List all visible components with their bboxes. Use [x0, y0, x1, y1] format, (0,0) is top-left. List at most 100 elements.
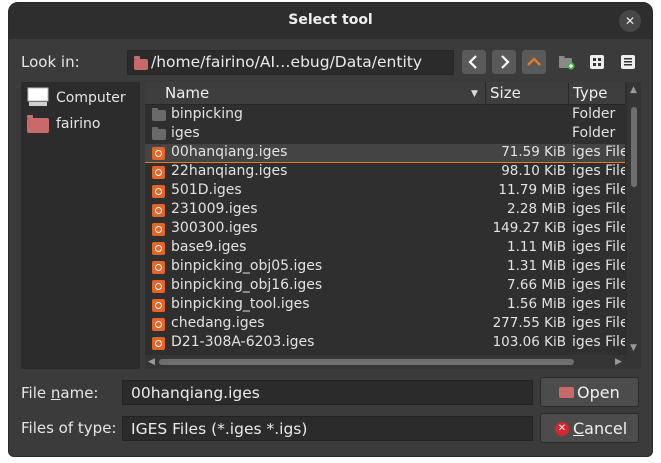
- row-type: iges File: [572, 296, 625, 312]
- row-type: iges File: [572, 144, 625, 160]
- row-type: iges File: [572, 182, 625, 198]
- close-icon[interactable]: ✕: [619, 10, 641, 32]
- file-row[interactable]: 00hanqiang.iges 71.59 KiB iges File: [145, 144, 625, 163]
- look-in-path-combo[interactable]: /home/fairino/AI…ebug/Data/entity: [127, 50, 454, 75]
- row-size: 7.66 MiB: [506, 277, 566, 293]
- row-size: 1.11 MiB: [506, 239, 566, 255]
- row-name: chedang.iges: [171, 315, 265, 331]
- row-type: iges File: [572, 277, 625, 293]
- file-type-select[interactable]: IGES Files (*.iges *.igs): [122, 416, 533, 441]
- row-name: binpicking_obj05.iges: [171, 258, 323, 274]
- file-row[interactable]: 501D.iges 11.79 MiB iges File: [145, 182, 625, 201]
- column-name[interactable]: Name: [165, 84, 209, 102]
- detail-view-button[interactable]: [616, 50, 640, 74]
- open-button[interactable]: Open: [540, 377, 639, 407]
- horizontal-scrollbar[interactable]: ◀ ▶: [145, 355, 627, 369]
- sort-down-icon: ▼: [471, 89, 478, 99]
- file-name-label: File name:: [21, 384, 99, 402]
- list-view-icon: [590, 55, 604, 69]
- file-row[interactable]: binpicking_obj05.iges 1.31 MiB iges File: [145, 258, 625, 277]
- file-list-header: Name ▼ Size Type: [145, 82, 625, 105]
- forward-button[interactable]: [492, 50, 516, 74]
- row-type: iges File: [572, 163, 625, 179]
- row-size: 71.59 KiB: [501, 144, 566, 160]
- iges-file-icon: [152, 242, 165, 255]
- row-name: 300300.iges: [171, 220, 258, 236]
- row-name: D21-308A-6203.iges: [171, 334, 315, 350]
- row-size: 2.28 MiB: [506, 201, 566, 217]
- file-list: Name ▼ Size Type binpicking Folder iges Fol…: [145, 82, 641, 369]
- folder-row[interactable]: binpicking Folder: [145, 106, 625, 125]
- file-row[interactable]: binpicking_obj16.iges 7.66 MiB iges File: [145, 277, 625, 296]
- file-row[interactable]: base9.iges 1.11 MiB iges File: [145, 239, 625, 258]
- scroll-down-icon[interactable]: ▼: [630, 343, 637, 353]
- vertical-scroll-thumb[interactable]: [631, 107, 637, 187]
- up-button[interactable]: [522, 50, 546, 74]
- iges-file-icon: [152, 147, 165, 160]
- row-name: binpicking_tool.iges: [171, 296, 310, 312]
- scroll-up-icon[interactable]: ▲: [630, 85, 637, 95]
- scroll-left-icon[interactable]: ◀: [148, 357, 155, 367]
- new-folder-icon: [559, 56, 575, 70]
- row-type: iges File: [572, 258, 625, 274]
- scroll-right-icon[interactable]: ▶: [615, 357, 622, 367]
- iges-file-icon: [152, 299, 165, 312]
- row-name: iges: [171, 125, 200, 141]
- row-name: 231009.iges: [171, 201, 258, 217]
- cancel-button[interactable]: ✕ Cancel: [540, 413, 639, 443]
- folder-row[interactable]: iges Folder: [145, 125, 625, 144]
- column-size[interactable]: Size: [490, 84, 521, 102]
- row-size: 103.06 KiB: [492, 334, 566, 350]
- file-row[interactable]: chedang.iges 277.55 KiB iges File: [145, 315, 625, 334]
- row-name: 22hanqiang.iges: [171, 163, 288, 179]
- folder-icon: [152, 108, 166, 121]
- iges-file-icon: [152, 185, 165, 198]
- row-size: 1.56 MiB: [506, 296, 566, 312]
- vertical-scrollbar[interactable]: ▲ ▼: [627, 82, 641, 369]
- iges-file-icon: [152, 337, 165, 350]
- new-folder-button[interactable]: [554, 50, 578, 74]
- row-type: Folder: [572, 125, 616, 141]
- row-size: 98.10 KiB: [501, 163, 566, 179]
- dialog-window: Select tool ✕ Look in: /home/fairino/AI……: [8, 2, 653, 457]
- sidebar-item-label: Computer: [56, 90, 126, 106]
- row-name: base9.iges: [171, 239, 247, 255]
- back-button[interactable]: [462, 50, 486, 74]
- row-name: 501D.iges: [171, 182, 242, 198]
- row-size: 11.79 MiB: [498, 182, 566, 198]
- look-in-label: Look in:: [21, 53, 80, 71]
- iges-file-icon: [152, 280, 165, 293]
- row-name: binpicking: [171, 106, 243, 122]
- places-sidebar: Computer fairino: [21, 82, 140, 369]
- file-row[interactable]: D21-308A-6203.iges 103.06 KiB iges File: [145, 334, 625, 351]
- file-row[interactable]: 300300.iges 149.27 KiB iges File: [145, 220, 625, 239]
- row-type: iges File: [572, 334, 625, 350]
- folder-icon: [27, 115, 49, 133]
- file-row[interactable]: binpicking_tool.iges 1.56 MiB iges File: [145, 296, 625, 315]
- row-type: iges File: [572, 201, 625, 217]
- file-row[interactable]: 22hanqiang.iges 98.10 KiB iges File: [145, 163, 625, 182]
- column-separator: [485, 82, 486, 105]
- file-name-input[interactable]: 00hanqiang.iges: [122, 380, 533, 405]
- iges-file-icon: [152, 204, 165, 217]
- column-type[interactable]: Type: [573, 84, 607, 102]
- sidebar-item-fairino[interactable]: fairino: [21, 112, 140, 136]
- row-type: Folder: [572, 106, 616, 122]
- back-icon: [468, 55, 477, 69]
- row-name: binpicking_obj16.iges: [171, 277, 323, 293]
- sidebar-item-computer[interactable]: Computer: [21, 86, 140, 110]
- iges-file-icon: [152, 166, 165, 179]
- file-row[interactable]: 231009.iges 2.28 MiB iges File: [145, 201, 625, 220]
- detail-view-icon: [621, 55, 635, 69]
- row-size: 1.31 MiB: [506, 258, 566, 274]
- row-type: iges File: [572, 220, 625, 236]
- horizontal-scroll-thumb[interactable]: [159, 359, 574, 365]
- iges-file-icon: [152, 223, 165, 236]
- computer-icon: [27, 87, 49, 106]
- folder-icon: [134, 56, 148, 70]
- sidebar-item-label: fairino: [56, 116, 101, 132]
- title-bar: Select tool ✕: [9, 3, 652, 39]
- look-in-path: /home/fairino/AI…ebug/Data/entity: [151, 53, 423, 71]
- row-size: 149.27 KiB: [492, 220, 566, 236]
- list-view-button[interactable]: [585, 50, 609, 74]
